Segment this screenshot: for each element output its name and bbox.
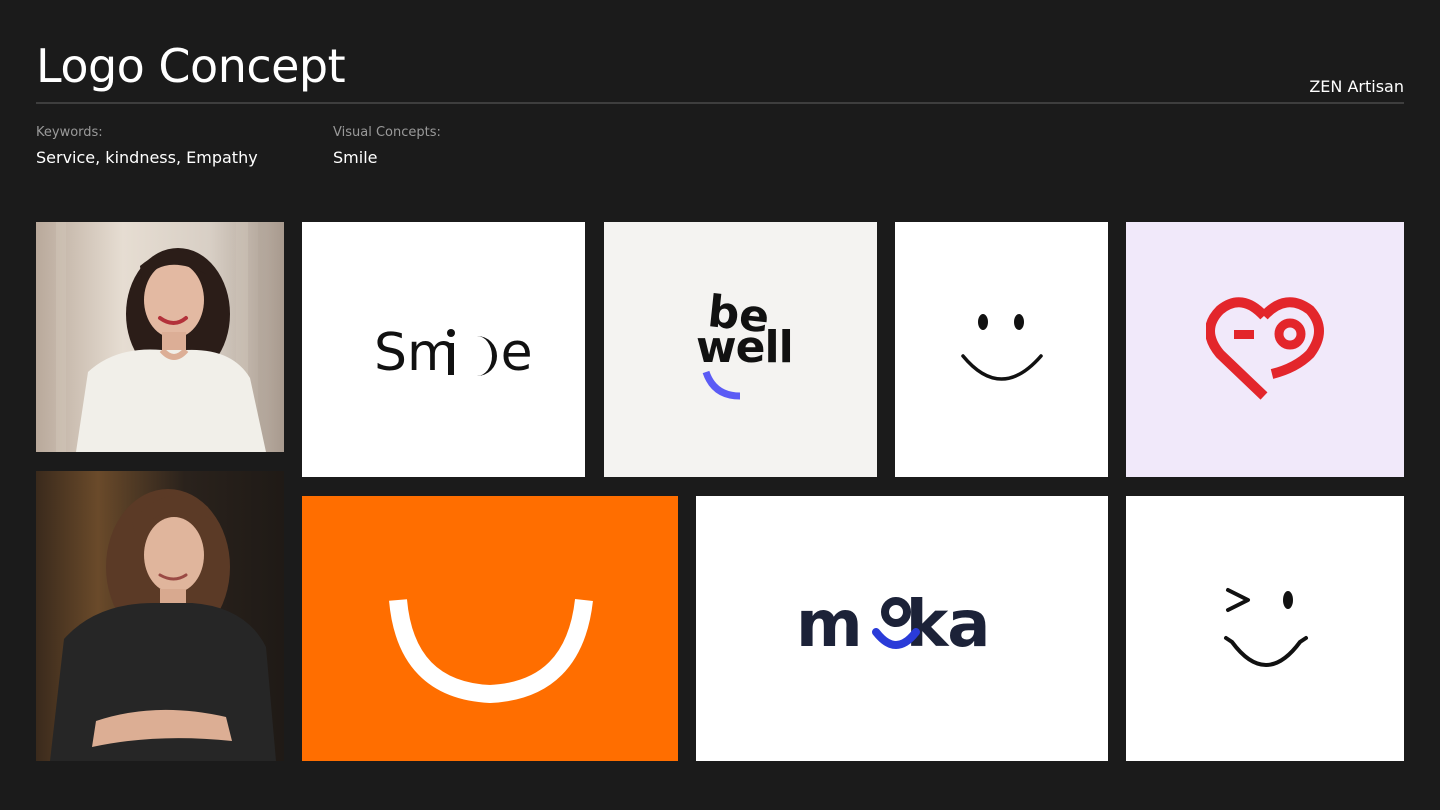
smile-wordmark-l-arc xyxy=(472,336,497,376)
smile-wordmark-i: i xyxy=(458,325,472,381)
moka-smile-icon xyxy=(872,597,920,649)
visual-concepts-block: Visual Concepts: Smile xyxy=(333,124,441,170)
logo-tile-orange-smile xyxy=(302,496,678,761)
orange-smile-icon xyxy=(389,598,593,704)
logo-tile-smiley-face xyxy=(895,222,1108,477)
bewell-smile-icon xyxy=(702,370,741,400)
keywords-block: Keywords: Service, kindness, Empathy xyxy=(36,124,258,170)
woman-photo-2 xyxy=(36,471,284,761)
logo-tile-bewell: be well xyxy=(604,222,877,477)
visual-concepts-value: Smile xyxy=(333,148,378,167)
keywords-value: Service, kindness, Empathy xyxy=(36,148,258,167)
smile-wordmark-start: Sm xyxy=(374,323,458,383)
smile-i-dot-icon xyxy=(447,329,455,337)
smile-wordmark-end: e xyxy=(500,323,533,383)
logo-tile-smile: Smie xyxy=(302,222,585,477)
wink-face-icon xyxy=(1224,588,1308,667)
heart-wink-icon xyxy=(1206,297,1324,400)
logo-tile-moka: m ka xyxy=(696,496,1108,761)
woman-photo-1 xyxy=(36,222,284,452)
keywords-label: Keywords: xyxy=(36,125,103,140)
smiley-face-icon xyxy=(961,314,1043,381)
bewell-line2: well xyxy=(696,322,794,373)
brand-name: ZEN Artisan xyxy=(1309,77,1404,96)
page-title: Logo Concept xyxy=(36,39,346,93)
smile-i-stem xyxy=(448,343,454,375)
logo-tile-wink xyxy=(1126,496,1404,761)
logo-tile-heart xyxy=(1126,222,1404,477)
moka-m: m xyxy=(796,588,863,662)
header-divider xyxy=(36,102,1404,104)
visual-concepts-label: Visual Concepts: xyxy=(333,125,441,140)
